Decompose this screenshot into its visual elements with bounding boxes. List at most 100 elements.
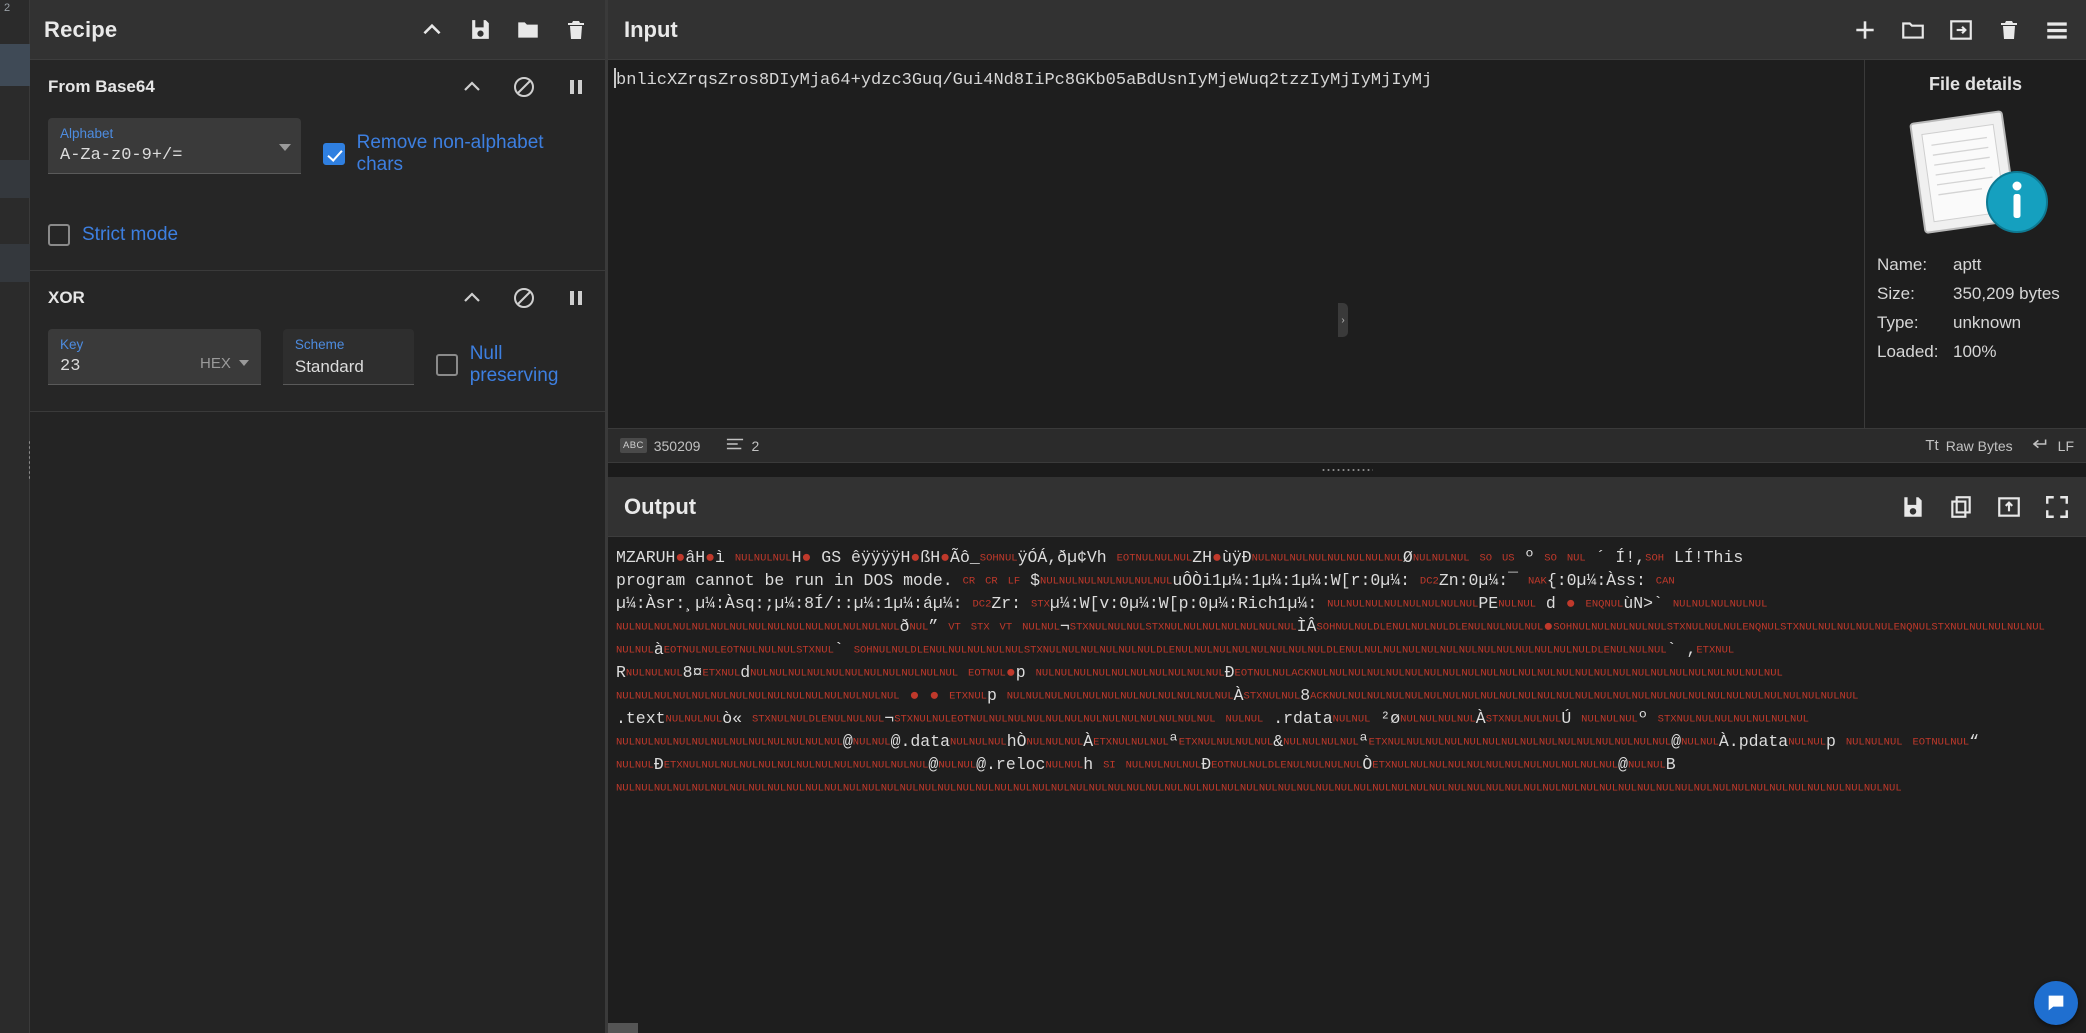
xor-key-input[interactable]: Key 23 HEX xyxy=(48,329,261,385)
operation-title: XOR xyxy=(48,288,85,307)
input-section: Input bnlicXZrqsZros8DIyMja64+ydzc3Guq/G… xyxy=(608,0,2086,463)
strict-mode-checkbox-row[interactable]: Strict mode xyxy=(48,210,589,246)
chevron-up-icon[interactable] xyxy=(459,74,485,100)
operation-arguments: Alphabet A-Za-z0-9+/= Remove non-alphabe… xyxy=(48,118,589,246)
strict-mode-checkbox[interactable] xyxy=(48,224,70,246)
null-preserving-label: Null preserving xyxy=(469,343,559,386)
output-line: NULNULàEOTNULNULEOTNULNULNULSTXNUL` SOHN… xyxy=(616,640,1735,659)
io-splitter-handle[interactable] xyxy=(1321,467,1373,473)
open-file-icon[interactable] xyxy=(1948,17,1974,43)
trash-icon[interactable] xyxy=(563,17,589,43)
recipe-toolbar xyxy=(419,17,589,43)
input-title-bar: Input xyxy=(608,0,2086,60)
xor-key-unit[interactable]: HEX xyxy=(200,355,231,372)
line-ending-value: LF xyxy=(2057,437,2074,454)
file-detail-value: aptt xyxy=(1953,255,1982,274)
file-detail-key: Name: xyxy=(1877,255,1928,274)
file-detail-key: Loaded: xyxy=(1877,342,1939,361)
file-thumbnail xyxy=(1877,103,2074,243)
xor-scheme-value: Standard xyxy=(294,357,364,376)
output-toolbar xyxy=(1900,494,2070,520)
line-ending-toggle[interactable]: LF xyxy=(2032,437,2074,454)
rail-tab-3[interactable] xyxy=(0,244,30,282)
raw-bytes-toggle[interactable]: Tt Raw Bytes xyxy=(1925,437,2012,454)
pause-icon[interactable] xyxy=(563,74,589,100)
add-tab-icon[interactable] xyxy=(1852,17,1878,43)
file-detail-value: unknown xyxy=(1953,313,2022,332)
operation-header: XOR xyxy=(48,285,589,311)
clear-icon[interactable] xyxy=(1996,17,2022,43)
recipe-operations-list[interactable]: From Base64 Alphabet A-Za-z0-9+/= Remove… xyxy=(30,60,607,1033)
file-detail-row: Type: unknown xyxy=(1877,313,2074,333)
input-length-status[interactable]: ABC 350209 xyxy=(620,438,700,454)
remove-non-alphabet-label: Remove non-alphabet chars xyxy=(356,132,544,175)
alphabet-value: A-Za-z0-9+/= xyxy=(60,146,183,165)
input-editor-wrap: bnlicXZrqsZros8DIyMja64+ydzc3Guq/Gui4Nd8… xyxy=(608,60,2086,428)
output-line: .textNULNULNULò« STXNULNULDLENULNULNUL¬S… xyxy=(616,709,1809,728)
xor-key-label: Key xyxy=(60,337,84,352)
alphabet-row: Alphabet A-Za-z0-9+/= Remove non-alphabe… xyxy=(48,118,589,176)
left-rail: 2 xyxy=(0,0,34,1033)
rail-tab-2[interactable] xyxy=(0,160,30,198)
file-detail-key: Size: xyxy=(1877,284,1915,303)
strict-mode-label: Strict mode xyxy=(82,224,179,245)
enter-icon xyxy=(2032,437,2051,454)
save-icon[interactable] xyxy=(1900,494,1926,520)
operation-from-base64[interactable]: From Base64 Alphabet A-Za-z0-9+/= Remove… xyxy=(30,60,607,271)
input-status-right: Tt Raw Bytes LF xyxy=(1925,437,2074,454)
null-preserving-checkbox[interactable] xyxy=(435,354,458,376)
alphabet-label: Alphabet xyxy=(60,126,114,141)
input-lines-status[interactable]: 2 xyxy=(726,437,759,454)
rail-tab-active[interactable] xyxy=(0,44,30,86)
alphabet-select[interactable]: Alphabet A-Za-z0-9+/= xyxy=(48,118,301,174)
save-icon[interactable] xyxy=(467,17,493,43)
output-content[interactable]: MZARUH●âH●ì NULNULNULH● GS êÿÿÿÿH●ßH●Ãô_… xyxy=(608,537,2086,1033)
input-textarea[interactable]: bnlicXZrqsZros8DIyMja64+ydzc3Guq/Gui4Nd8… xyxy=(608,60,1864,428)
file-detail-key: Type: xyxy=(1877,313,1919,332)
remove-non-alphabet-checkbox[interactable] xyxy=(322,143,345,165)
abc-icon: ABC xyxy=(620,438,647,453)
xor-scheme-label: Scheme xyxy=(294,337,345,352)
io-splitter[interactable] xyxy=(608,463,2086,477)
chevron-down-icon[interactable] xyxy=(238,360,249,366)
chat-icon[interactable] xyxy=(2034,981,2078,1025)
file-details-title: File details xyxy=(1928,74,2023,94)
raw-bytes-label: Raw Bytes xyxy=(1945,437,2013,454)
cyberchef-app: 2 Recipe From Base64 Alphabet A-Za-z0-9+… xyxy=(0,0,2086,1033)
disable-icon[interactable] xyxy=(511,74,537,100)
open-folder-icon[interactable] xyxy=(1900,17,1926,43)
operation-controls xyxy=(459,74,589,100)
output-line: MZARUH●âH●ì NULNULNULH● GS êÿÿÿÿH●ßH●Ãô_… xyxy=(616,548,1744,567)
chevron-down-icon[interactable] xyxy=(278,144,291,151)
input-status-bar: ABC 350209 2 Tt Raw Bytes LF xyxy=(608,428,2086,462)
copy-icon[interactable] xyxy=(1948,494,1974,520)
file-detail-value: 100% xyxy=(1953,342,1997,361)
tabs-icon[interactable] xyxy=(2044,17,2070,43)
output-line: NULNULNULNULNULNULNULNULNULNULNULNULNULN… xyxy=(616,686,1859,705)
operation-header: From Base64 xyxy=(48,74,589,100)
null-preserving-checkbox-row[interactable]: Null preserving xyxy=(435,329,589,387)
remove-non-alphabet-checkbox-row[interactable]: Remove non-alphabet chars xyxy=(322,118,589,176)
output-line: µ¼:Àsr:¸µ¼:Àsq:;µ¼:8Í/::µ¼:1µ¼:áµ¼: DC2Z… xyxy=(616,594,1768,613)
operation-arguments: Key 23 HEX Scheme Standard Null preservi… xyxy=(48,329,589,387)
replace-input-icon[interactable] xyxy=(1996,494,2022,520)
operation-title: From Base64 xyxy=(48,77,155,96)
operation-xor[interactable]: XOR Key 23 HEX Scheme Standard Null pres… xyxy=(30,271,607,412)
file-detail-value: 350,209 bytes xyxy=(1953,284,2060,303)
pause-icon[interactable] xyxy=(563,285,589,311)
output-line: NULNULÐETXNULNULNULNULNULNULNULNULNULNUL… xyxy=(616,755,1676,774)
input-collapse-handle[interactable]: › xyxy=(1338,303,1348,337)
io-area: Input bnlicXZrqsZros8DIyMja64+ydzc3Guq/G… xyxy=(608,0,2086,1033)
input-hscrollbar[interactable] xyxy=(608,1023,638,1033)
recipe-title-bar: Recipe xyxy=(30,0,607,60)
chevron-up-icon[interactable] xyxy=(419,17,445,43)
output-line: NULNULNULNULNULNULNULNULNULNULNULNULNULN… xyxy=(616,617,2045,636)
output-section: Output MZARUH●âH●ì NULNULNULH● GS êÿÿÿÿH… xyxy=(608,477,2086,1033)
folder-icon[interactable] xyxy=(515,17,541,43)
maximise-icon[interactable] xyxy=(2044,494,2070,520)
xor-scheme-select[interactable]: Scheme Standard xyxy=(282,329,414,385)
disable-icon[interactable] xyxy=(511,285,537,311)
chevron-up-icon[interactable] xyxy=(459,285,485,311)
operation-controls xyxy=(459,285,589,311)
xor-args-row: Key 23 HEX Scheme Standard Null preservi… xyxy=(48,329,589,387)
